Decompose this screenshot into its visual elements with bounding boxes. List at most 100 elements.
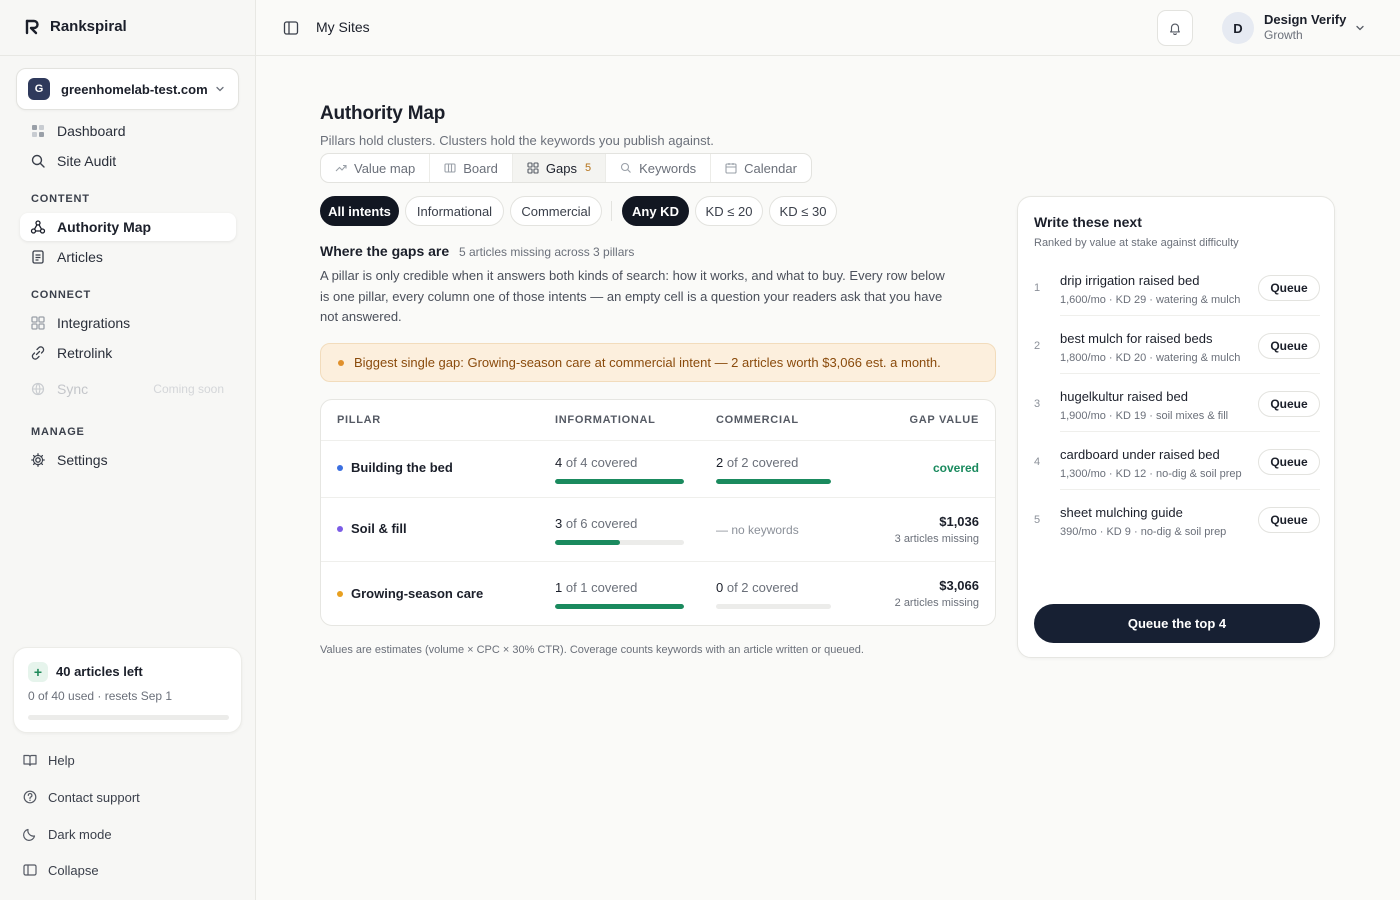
callout-text: Biggest single gap: Growing-season care … (354, 355, 941, 370)
nav-articles[interactable]: Articles (20, 243, 236, 271)
rank-number: 4 (1034, 456, 1041, 468)
gaps-heading: Where the gaps are (320, 243, 450, 259)
gaps-count-badge: 5 (584, 162, 592, 174)
sidebar-toggle-icon[interactable] (283, 20, 299, 36)
informational-progress (555, 540, 684, 545)
suggestion-row: 1 drip irrigation raised bed 1,600/mo · … (1034, 258, 1320, 316)
user-plan: Growth (1264, 28, 1303, 42)
rank-number: 5 (1034, 514, 1041, 526)
filter-divider (611, 201, 612, 221)
queue-button[interactable]: Queue (1258, 275, 1320, 301)
pillar-name: Growing-season care (351, 586, 484, 601)
queue-top-button[interactable]: Queue the top 4 (1034, 604, 1320, 643)
nav-integrations[interactable]: Integrations (20, 309, 236, 337)
topbar: My Sites D Design Verify Growth (256, 0, 1400, 56)
informational-coverage: 1 of 1 covered (555, 580, 637, 595)
user-name[interactable]: Design Verify (1264, 12, 1346, 27)
board-icon (444, 162, 456, 174)
nav-label: Dashboard (57, 123, 126, 139)
coverage-total: of 6 covered (562, 516, 638, 531)
suggestion-meta: 390/mo · KD 9 · no-dig & soil prep (1060, 526, 1227, 538)
nav-label: Site Audit (57, 153, 117, 169)
sidebar-collapse-icon (22, 862, 38, 878)
notifications-button[interactable] (1157, 10, 1193, 46)
row-divider (321, 561, 995, 562)
chevron-down-icon[interactable] (1354, 22, 1366, 34)
filter-commercial[interactable]: Commercial (510, 196, 602, 226)
estimate-footnote: Values are estimates (volume × CPC × 30%… (320, 644, 864, 656)
moon-icon (22, 826, 38, 842)
question-icon (22, 789, 38, 805)
informational-coverage: 3 of 6 covered (555, 516, 637, 531)
suggestion-keyword: sheet mulching guide (1060, 505, 1183, 520)
tab-label: Board (463, 160, 498, 176)
queue-button[interactable]: Queue (1258, 391, 1320, 417)
pillar-dot (337, 591, 343, 597)
link-icon (30, 345, 46, 361)
plus-icon[interactable]: + (28, 662, 48, 682)
rank-number: 2 (1034, 340, 1041, 352)
integrations-icon (30, 315, 46, 331)
suggestion-row: 3 hugelkultur raised bed 1,900/mo · KD 1… (1034, 374, 1320, 432)
help-link[interactable]: Help (22, 752, 75, 768)
tab-label: Gaps (545, 160, 577, 176)
suggestion-keyword: drip irrigation raised bed (1060, 273, 1200, 288)
collapse-button[interactable]: Collapse (22, 862, 99, 878)
gap-value-amount: $3,066 (939, 578, 979, 593)
filter-kd-30[interactable]: KD ≤ 30 (769, 196, 837, 226)
header-informational: INFORMATIONAL (555, 414, 656, 426)
tab-label: Keywords (639, 160, 697, 176)
informational-progress (555, 604, 684, 609)
nav-settings[interactable]: Settings (20, 446, 236, 474)
filter-kd-20[interactable]: KD ≤ 20 (695, 196, 763, 226)
row-divider (321, 497, 995, 498)
dark-mode-toggle[interactable]: Dark mode (22, 826, 112, 842)
tab-label: Value map (354, 160, 416, 176)
tab-label: Calendar (744, 160, 797, 176)
filter-any-kd[interactable]: Any KD (622, 196, 689, 226)
gear-icon (30, 452, 46, 468)
nav-site-audit[interactable]: Site Audit (20, 147, 236, 175)
suggestion-row: 5 sheet mulching guide 390/mo · KD 9 · n… (1034, 490, 1320, 548)
row-divider (321, 440, 995, 441)
gaps-table: PILLAR INFORMATIONAL COMMERCIAL GAP VALU… (320, 399, 996, 626)
nav-retrolink[interactable]: Retrolink (20, 339, 236, 367)
view-tabs: Value map Board Gaps 5 Keywords Calendar (320, 153, 812, 183)
tab-value-map[interactable]: Value map (321, 154, 431, 182)
queue-button[interactable]: Queue (1258, 333, 1320, 359)
gaps-meta: 5 articles missing across 3 pillars (459, 245, 635, 259)
brand-name: Rankspiral (50, 18, 127, 35)
avatar[interactable]: D (1222, 12, 1254, 44)
tab-calendar[interactable]: Calendar (711, 154, 811, 182)
section-connect: CONNECT (31, 289, 91, 301)
tab-board[interactable]: Board (430, 154, 513, 182)
bell-icon (1170, 23, 1180, 35)
network-icon (30, 219, 46, 235)
tab-keywords[interactable]: Keywords (606, 154, 712, 182)
brand[interactable]: Rankspiral (24, 18, 127, 35)
nav-dashboard[interactable]: Dashboard (20, 117, 236, 145)
tab-gaps[interactable]: Gaps 5 (512, 154, 607, 182)
rank-number: 3 (1034, 398, 1041, 410)
filter-informational[interactable]: Informational (405, 196, 504, 226)
section-content: CONTENT (31, 193, 90, 205)
nav-authority-map[interactable]: Authority Map (20, 213, 236, 241)
site-switcher[interactable]: G greenhomelab-test.com (16, 68, 239, 110)
suggestion-meta: 1,600/mo · KD 29 · watering & mulch (1060, 294, 1241, 306)
calendar-icon (725, 162, 737, 174)
help-label: Help (48, 752, 75, 768)
queue-button[interactable]: Queue (1258, 507, 1320, 533)
filter-all-intents[interactable]: All intents (320, 196, 399, 226)
biggest-gap-callout: Biggest single gap: Growing-season care … (320, 343, 996, 382)
coverage-total: of 2 covered (723, 455, 799, 470)
queue-button[interactable]: Queue (1258, 449, 1320, 475)
commercial-progress (716, 604, 831, 609)
breadcrumb[interactable]: My Sites (316, 19, 370, 35)
site-name: greenhomelab-test.com (61, 81, 208, 97)
nav-label: Sync (57, 381, 89, 397)
chevron-down-icon (216, 86, 224, 92)
contact-support-link[interactable]: Contact support (22, 789, 140, 805)
articles-missing: 3 articles missing (894, 533, 979, 545)
gap-value-covered: covered (932, 461, 979, 475)
pillar-name: Building the bed (351, 460, 453, 475)
